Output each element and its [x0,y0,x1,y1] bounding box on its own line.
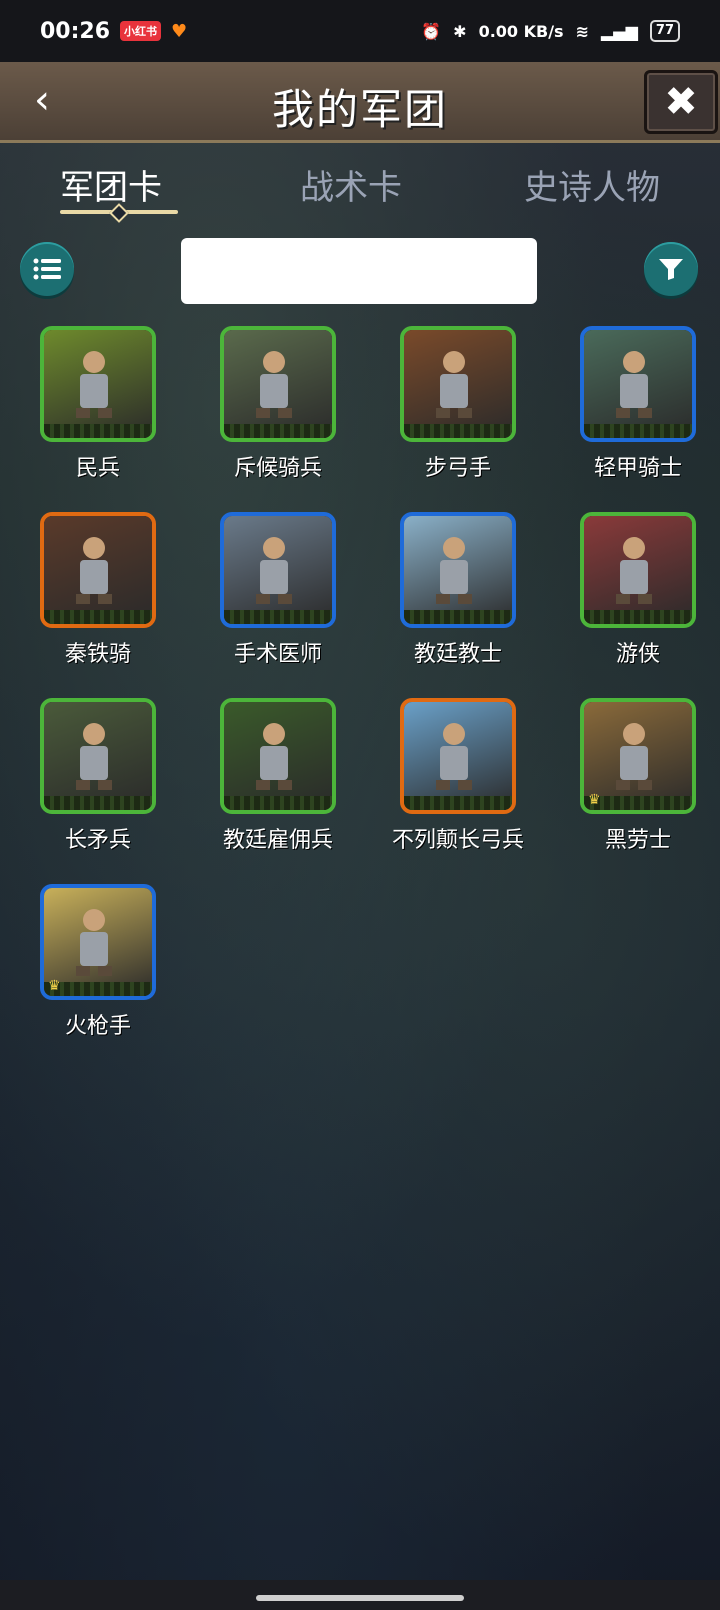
unit-portrait [224,330,332,438]
page-title: 我的军团 [271,85,448,134]
grass-decoration [44,424,152,438]
grass-decoration [584,610,692,624]
unit-card[interactable]: 游侠 [560,512,716,668]
unit-card-name: 步弓手 [424,456,491,481]
grass-decoration [224,424,332,438]
unit-card-name: 斥候骑兵 [233,456,322,481]
unit-card[interactable]: 秦铁骑 [20,512,176,668]
app-notification-icon-2: ♥ [171,20,188,42]
wifi-icon: ≋ [575,21,589,41]
status-bar: 00:26 小红书 ♥ ⏰ ✱ 0.00 KB/s ≋ ▂▄▆ 77 [0,0,720,62]
unit-card-name: 秦铁骑 [64,642,131,667]
unit-card[interactable]: ♛ 黑劳士 [560,698,716,854]
net-speed: 0.00 KB/s [478,21,564,41]
active-tab-indicator [60,210,178,214]
unit-card-frame [220,326,336,442]
unit-card[interactable]: 长矛兵 [20,698,176,854]
unit-card-frame: ♛ [580,698,696,814]
grass-decoration [224,610,332,624]
unit-card-name: 民兵 [75,456,120,481]
unit-card-frame [220,698,336,814]
unit-portrait [44,702,152,810]
filter-icon [659,259,683,280]
unit-card-frame [580,512,696,628]
unit-portrait [584,516,692,624]
status-left: 00:26 小红书 ♥ [40,19,187,44]
unit-card[interactable]: 手术医师 [200,512,356,668]
unit-card-frame [400,326,516,442]
tab-legion-cards[interactable]: 军团卡 [60,160,162,209]
unit-card-frame [400,698,516,814]
status-right: ⏰ ✱ 0.00 KB/s ≋ ▂▄▆ 77 [421,20,680,42]
status-time: 00:26 [40,18,111,44]
header: ‹ 我的军团 ✖ [0,62,720,143]
search-input[interactable] [181,238,537,304]
unit-card-name: 教廷雇佣兵 [222,828,333,853]
unit-card-frame [220,512,336,628]
grass-decoration [404,796,512,810]
unit-card-name: 手术医师 [233,642,322,667]
tab-tactic-cards[interactable]: 战术卡 [300,160,402,209]
unit-portrait [584,330,692,438]
list-icon [33,258,61,280]
unit-card-frame: ♛ [40,884,156,1000]
unit-card-frame [400,512,516,628]
unit-card-frame [40,698,156,814]
unit-portrait [44,516,152,624]
unit-portrait [404,702,512,810]
crown-icon: ♛ [48,978,61,994]
grass-decoration [44,610,152,624]
unit-portrait [404,330,512,438]
alarm-icon: ⏰ [421,21,442,41]
unit-card-frame [40,512,156,628]
tab-bar: 军团卡 战术卡 史诗人物 [0,150,720,230]
unit-card-frame [40,326,156,442]
app-notification-icon: 小红书 [120,21,162,41]
grass-decoration [44,796,152,810]
filter-button[interactable] [644,242,698,296]
close-icon: ✖ [664,79,698,125]
unit-card-name: 游侠 [615,642,660,667]
unit-card-name: 教廷教士 [413,642,502,667]
unit-card-name: 不列颠长弓兵 [391,828,524,853]
signal-icon: ▂▄▆ [600,21,638,41]
unit-card[interactable]: 不列颠长弓兵 [380,698,536,854]
unit-portrait [224,516,332,624]
unit-portrait [404,516,512,624]
bluetooth-icon: ✱ [453,21,467,41]
grass-decoration [584,424,692,438]
close-button[interactable]: ✖ [644,70,718,134]
unit-card-frame [580,326,696,442]
unit-card-name: 轻甲骑士 [593,456,682,481]
unit-portrait [44,330,152,438]
list-view-button[interactable] [20,242,74,296]
battery-icon: 77 [649,20,680,42]
grass-decoration [404,610,512,624]
unit-portrait [224,702,332,810]
unit-card[interactable]: 教廷教士 [380,512,536,668]
unit-card-name: 火枪手 [64,1014,131,1039]
unit-card[interactable]: 民兵 [20,326,176,482]
unit-card[interactable]: 轻甲骑士 [560,326,716,482]
home-indicator[interactable] [256,1595,464,1601]
grass-decoration [404,424,512,438]
unit-card[interactable]: 教廷雇佣兵 [200,698,356,854]
crown-icon: ♛ [588,792,601,808]
unit-card[interactable]: 步弓手 [380,326,536,482]
unit-card-name: 黑劳士 [604,828,671,853]
unit-card[interactable]: 斥候骑兵 [200,326,356,482]
unit-card[interactable]: ♛ 火枪手 [20,884,176,1040]
tab-epic-characters[interactable]: 史诗人物 [524,160,660,209]
unit-card-name: 长矛兵 [64,828,131,853]
grass-decoration [224,796,332,810]
